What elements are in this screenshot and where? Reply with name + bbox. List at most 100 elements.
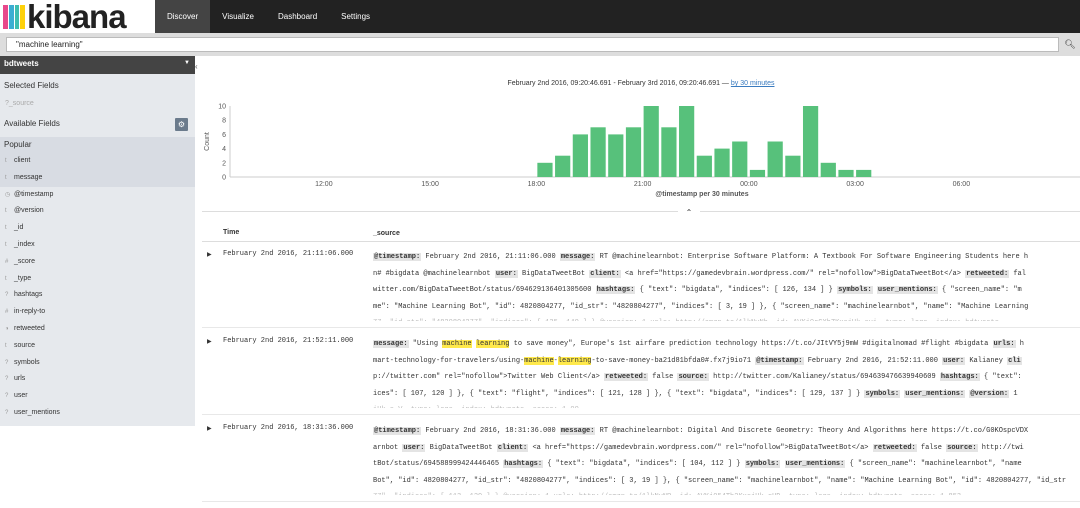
source-line: iUk_s-V _type: logs _index: bdtweets _sc… xyxy=(373,402,1080,408)
source-text: http://twitter.com/Kalianey/status/69463… xyxy=(708,373,940,382)
source-text xyxy=(780,460,784,468)
field-item-type[interactable]: t _type xyxy=(0,271,195,288)
chart-divider xyxy=(202,211,1080,212)
histogram-bar[interactable] xyxy=(802,106,819,177)
source-text: { "screen_name": "m xyxy=(937,286,1022,295)
field-item-timestamp[interactable]: ◷ @timestamp xyxy=(0,187,195,204)
chevron-up-icon[interactable]: ⌃ xyxy=(678,207,700,219)
source-line: arnbot user: BigDataTweetBot client: <a … xyxy=(373,440,1080,457)
histogram-bar[interactable] xyxy=(572,134,588,177)
field-item-symbols[interactable]: ? symbols xyxy=(0,355,195,372)
histogram-bar[interactable] xyxy=(608,134,624,177)
field-name: @timestamp xyxy=(14,190,54,198)
source-text: mart-technology-for-travelers/using- xyxy=(373,356,525,365)
histogram-bar[interactable] xyxy=(838,169,854,177)
source-text: me": "Machine Learning Bot", "id": 48208… xyxy=(373,302,1029,311)
table-row[interactable]: ▶ February 2nd 2016, 21:52:11.000 message:… xyxy=(202,331,1080,415)
field-item-score[interactable]: # _score xyxy=(0,254,195,271)
histogram-bar[interactable] xyxy=(643,106,659,177)
source-text: to save money", Europe's 1st airfare pre… xyxy=(509,340,993,348)
histogram-bar[interactable] xyxy=(820,162,836,177)
gear-icon[interactable]: ⚙ xyxy=(175,118,188,131)
field-item-urls[interactable]: ? urls xyxy=(0,371,195,388)
histogram-bar[interactable] xyxy=(590,127,606,177)
histogram-bar[interactable] xyxy=(714,148,730,177)
source-line: 77, "id_str": "4820804277", "indices": [… xyxy=(373,315,1080,321)
field-item-inreplyto[interactable]: # in-reply-to xyxy=(0,304,195,321)
row-timestamp: February 2nd 2016, 18:31:36.000 xyxy=(223,424,354,432)
logo-stripe xyxy=(20,5,25,29)
field-item-client[interactable]: t client xyxy=(0,153,195,170)
source-key: symbols: xyxy=(864,389,901,398)
field-item-user[interactable]: ? user xyxy=(0,388,195,405)
source-text: p://twitter.com" rel="nofollow">Twitter … xyxy=(373,373,605,382)
field-item-message[interactable]: t message xyxy=(0,170,195,187)
source-line: @timestamp: February 2nd 2016, 18:31:36.… xyxy=(373,423,1080,440)
field-type-icon: ? xyxy=(5,359,9,366)
source-text: ices": [ 107, 120 ] }, { "text": "flight… xyxy=(373,389,865,398)
field-item-index[interactable]: t _index xyxy=(0,237,195,254)
tab-settings[interactable]: Settings xyxy=(329,0,382,33)
x-tick-label: 06:00 xyxy=(953,181,971,188)
tab-discover[interactable]: Discover xyxy=(155,0,211,33)
field-type-icon: ? xyxy=(5,393,9,400)
histogram-bar[interactable] xyxy=(537,162,553,177)
search-icon[interactable]: 🔍︎ xyxy=(1062,37,1078,52)
histogram-bar[interactable] xyxy=(625,127,642,177)
source-key: hashtags: xyxy=(595,286,636,295)
search-bar: "machine learning" 🔍︎ xyxy=(0,33,1080,56)
field-item-version[interactable]: t @version xyxy=(0,203,195,220)
histogram-bar[interactable] xyxy=(661,127,677,177)
field-name: urls xyxy=(14,375,26,383)
field-item-source[interactable]: t source xyxy=(0,338,195,355)
source-text: BigDataTweetBot xyxy=(425,443,497,452)
source-text: 77", "indices": [ 113, 129 ] } @version:… xyxy=(373,493,961,495)
histogram-bar[interactable] xyxy=(785,155,801,177)
y-tick-label: 4 xyxy=(222,146,226,153)
histogram-bar[interactable] xyxy=(679,106,695,177)
source-key: @timestamp: xyxy=(755,356,804,365)
field-item-hashtags[interactable]: ? hashtags xyxy=(0,287,195,304)
source-text: -to-save-money-ba21d81bfda0#.fx7j9io71 xyxy=(591,356,756,365)
collapse-sidebar-icon[interactable]: ‹ xyxy=(195,62,198,71)
search-input[interactable]: "machine learning" xyxy=(6,37,1059,52)
field-item-source[interactable]: ?_source xyxy=(0,95,195,113)
source-text: fal xyxy=(1009,269,1026,278)
histogram-bar[interactable] xyxy=(696,155,712,177)
field-item-retweeted[interactable]: ◑ retweeted xyxy=(0,321,195,338)
histogram-bar[interactable] xyxy=(555,155,571,177)
source-text: h xyxy=(1015,340,1024,348)
row-source: message: "Using machine learning to save… xyxy=(373,336,1080,408)
source-text: witter.com/BigDataTweetBot/status/694629… xyxy=(373,286,596,295)
expand-row-icon[interactable]: ▶ xyxy=(207,251,212,258)
available-fields-heading: Available Fields ⚙ xyxy=(0,115,195,133)
index-pattern-select[interactable]: bdtweets ▼ xyxy=(0,56,195,74)
field-type-icon: # xyxy=(5,309,9,316)
expand-row-icon[interactable]: ▶ xyxy=(207,425,212,432)
field-item-id[interactable]: t _id xyxy=(0,220,195,237)
histogram-bar[interactable] xyxy=(767,141,783,178)
histogram-bar[interactable] xyxy=(732,141,748,178)
expand-row-icon[interactable]: ▶ xyxy=(207,338,212,345)
table-row[interactable]: ▶ February 2nd 2016, 21:11:06.000 @timesta… xyxy=(202,244,1080,328)
field-type-icon: t xyxy=(5,208,7,215)
source-text: February 2nd 2016, 18:31:36.000 xyxy=(421,427,560,435)
selected-fields-heading: Selected Fields xyxy=(4,81,59,90)
field-item-usermentions[interactable]: ? user_mentions xyxy=(0,405,195,422)
histogram-bar[interactable] xyxy=(856,169,872,177)
table-row[interactable]: ▶ February 2nd 2016, 18:31:36.000 @timesta… xyxy=(202,418,1080,502)
field-type-icon: ◑ xyxy=(5,325,9,332)
source-text: BigDataTweetBot xyxy=(517,269,590,278)
field-type-icon: ? xyxy=(5,409,9,416)
field-name: user_mentions xyxy=(14,408,60,416)
histogram-bar[interactable] xyxy=(749,169,766,177)
main-nav: Discover Visualize Dashboard Settings xyxy=(155,0,382,33)
source-text: <a href="https://gamedevbrain.wordpress.… xyxy=(528,443,873,452)
tab-dashboard[interactable]: Dashboard xyxy=(266,0,329,33)
tab-visualize[interactable]: Visualize xyxy=(210,0,266,33)
col-time[interactable]: Time xyxy=(223,229,239,236)
field-name: symbols xyxy=(14,358,40,366)
source-line: Bot", "id": 4820804277, "id_str": "48208… xyxy=(373,473,1080,490)
source-line: n# #bigdata @machinelearnbot user: BigDa… xyxy=(373,266,1080,283)
field-name: _index xyxy=(14,240,35,248)
